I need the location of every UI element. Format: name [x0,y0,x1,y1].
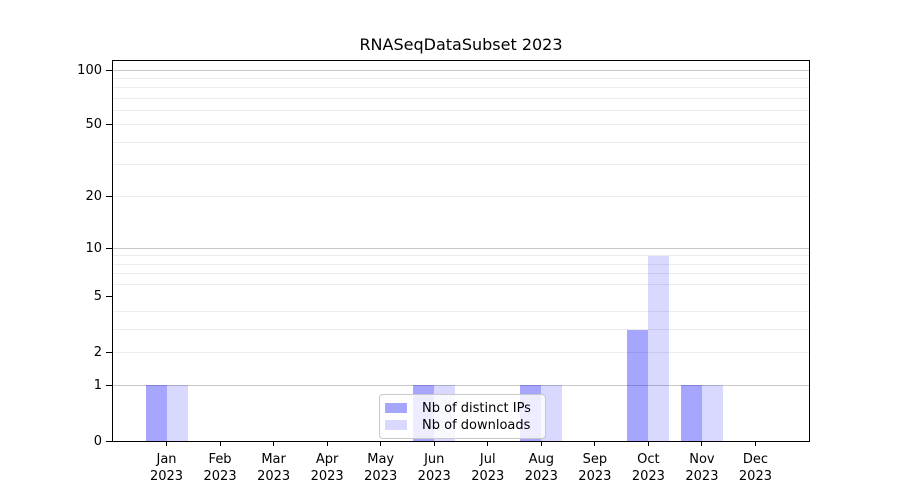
minor-gridline [113,329,809,330]
bar-downloads-jan [167,385,188,441]
x-tick-label-aug: Aug2023 [511,451,571,485]
x-tick-mark [755,441,756,446]
x-tick-mark [701,441,702,446]
x-tick-mark [220,441,221,446]
minor-gridline [113,78,809,79]
y-tick-mark [106,124,112,125]
y-tick-label: 0 [62,435,102,448]
y-tick-mark [106,352,112,353]
x-tick-mark [487,441,488,446]
x-tick-mark [541,441,542,446]
bar-distinct-ips-jan [146,385,167,441]
x-tick-mark [273,441,274,446]
minor-gridline [113,124,809,125]
y-tick-label: 100 [62,64,102,77]
legend-swatch-downloads [385,420,407,430]
minor-gridline [113,142,809,143]
y-tick-label: 1 [62,379,102,392]
y-tick-label: 5 [62,290,102,303]
x-tick-label-jul: Jul2023 [458,451,518,485]
x-tick-mark [166,441,167,446]
minor-gridline [113,264,809,265]
y-tick-mark [106,385,112,386]
x-tick-label-jun: Jun2023 [404,451,464,485]
y-tick-mark [106,296,112,297]
minor-gridline [113,164,809,165]
y-tick-mark [106,248,112,249]
x-tick-label-oct: Oct2023 [618,451,678,485]
y-tick-mark [106,70,112,71]
x-tick-mark [648,441,649,446]
x-tick-mark [594,441,595,446]
x-tick-label-apr: Apr2023 [297,451,357,485]
bar-downloads-oct [648,256,669,441]
legend: Nb of distinct IPs Nb of downloads [379,394,546,439]
major-gridline [113,248,809,249]
x-tick-label-dec: Dec2023 [725,451,785,485]
x-tick-mark [434,441,435,446]
minor-gridline [113,110,809,111]
x-tick-label-nov: Nov2023 [672,451,732,485]
minor-gridline [113,273,809,274]
legend-item-downloads: Nb of downloads [385,419,545,432]
bar-distinct-ips-oct [627,330,648,441]
minor-gridline [113,284,809,285]
bar-distinct-ips-nov [681,385,702,441]
bar-downloads-nov [702,385,723,441]
major-gridline [113,70,809,71]
minor-gridline [113,98,809,99]
chart-title: RNASeqDataSubset 2023 [112,35,810,54]
minor-gridline [113,255,809,256]
legend-item-distinct-ips: Nb of distinct IPs [385,402,545,415]
y-tick-mark [106,441,112,442]
x-tick-mark [327,441,328,446]
x-tick-mark [380,441,381,446]
legend-swatch-distinct-ips [385,403,407,413]
y-tick-mark [106,196,112,197]
x-tick-label-sep: Sep2023 [565,451,625,485]
plot-area [112,60,810,442]
minor-gridline [113,352,809,353]
minor-gridline [113,87,809,88]
y-tick-label: 20 [62,190,102,203]
x-tick-label-may: May2023 [351,451,411,485]
y-tick-label: 2 [62,346,102,359]
x-tick-label-jan: Jan2023 [137,451,197,485]
y-tick-label: 10 [62,242,102,255]
minor-gridline [113,196,809,197]
x-tick-label-feb: Feb2023 [190,451,250,485]
x-tick-label-mar: Mar2023 [244,451,304,485]
y-tick-label: 50 [62,118,102,131]
minor-gridline [113,311,809,312]
legend-label: Nb of downloads [422,419,530,432]
legend-label: Nb of distinct IPs [422,402,531,415]
figure: RNASeqDataSubset 2023 0 1 2 5 10 20 50 100 Jan2… [0,0,900,500]
